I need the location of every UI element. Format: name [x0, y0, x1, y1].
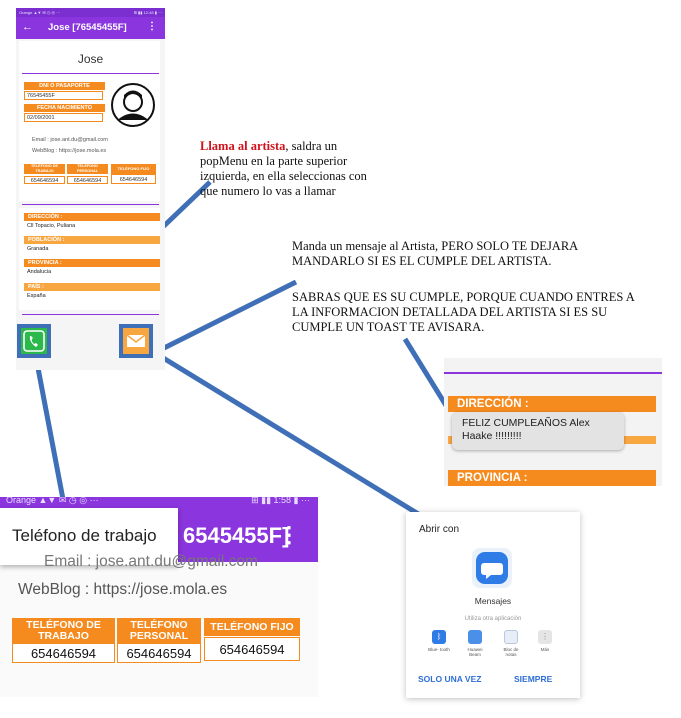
call-annotation: Llama al artista, saldra un popMenu en l… [200, 139, 370, 199]
open-with-dialog: Abrir con Mensajes Utiliza otra aplicaci… [406, 512, 580, 698]
zoom-email: Email : jose.ant.du@gmail.com [44, 553, 258, 570]
just-once-button[interactable]: SOLO UNA VEZ [418, 674, 481, 684]
zoom-tel-trabajo-label: TELÉFONO DE TRABAJO [12, 618, 115, 643]
zoom-tel-personal-value: 654646594 [117, 643, 201, 663]
app-title: Jose [76545455F] [48, 22, 127, 33]
message-annotation-1: Manda un mensaje al Artista, PERO SOLO T… [292, 239, 578, 268]
bluetooth-icon[interactable]: ᛒ [432, 630, 446, 644]
app-label-huawei-beam: Huawei Beam [467, 647, 483, 657]
artist-name: Jose [77, 52, 104, 66]
app-bar: ← Jose [76545455F] ⋮ [16, 17, 165, 39]
tel-fijo-label: TELÉFONO FIJO [111, 164, 156, 174]
dni-label: DNI O PASAPORTE [24, 82, 105, 90]
tel-trabajo-value: 654646594 [24, 176, 65, 184]
zoom-title: 6545455F] [183, 523, 290, 548]
pais-value: España [24, 292, 159, 301]
call-button[interactable] [17, 324, 51, 358]
tel-personal-label: TELÉFONO PERSONAL [67, 164, 108, 174]
fecha-value: 02/09/2001 [24, 113, 103, 122]
zoom-tel-fijo-value: 654646594 [204, 637, 300, 661]
zoom-status-left: Orange ▲▼ ✉ ◷ ◎ ··· [6, 497, 99, 505]
back-arrow-icon[interactable]: ← [22, 21, 33, 33]
email-text: Email : jose.ant.du@gmail.com [32, 137, 108, 143]
provincia-label: PROVINCIA : [24, 259, 160, 267]
fecha-label: FECHA NACIMIENTO [24, 104, 105, 112]
direccion-label: DIRECCIÓN : [448, 396, 656, 412]
birthday-toast: FELIZ CUMPLEAÑOS Alex Haake !!!!!!!!! [452, 412, 624, 450]
status-left: Orange ▲▼ ✉ ◷ ◎ ··· [19, 10, 61, 15]
artist-detail-screen: Orange ▲▼ ✉ ◷ ◎ ··· ⊞ ▮▮ 12:48 ▮ ··· ← J… [16, 8, 165, 370]
app-label-bluetooth: Blue- tooth [428, 647, 450, 652]
avatar-icon [111, 83, 155, 127]
divider [444, 372, 662, 374]
huawei-beam-icon[interactable] [468, 630, 482, 644]
dialog-title: Abrir con [419, 524, 460, 535]
divider [22, 204, 159, 205]
mensajes-label: Mensajes [474, 596, 512, 606]
provincia-label: PROVINCIA : [448, 470, 656, 486]
popup-item-telefono-trabajo[interactable]: Teléfono de trabajo [12, 526, 157, 546]
direccion-label: DIRECCIÓN : [24, 213, 160, 221]
zoomed-popup-screenshot: Orange ▲▼ ✉ ◷ ◎ ··· ⊞ ▮▮ 1:58 ▮ ··· 6545… [0, 497, 318, 697]
other-app-text: Utiliza otra aplicación [464, 616, 522, 622]
zoom-tel-fijo-label: TELÉFONO FIJO [204, 618, 300, 636]
app-label-notes: Bloc de notas [503, 647, 519, 657]
divider [22, 73, 159, 74]
overflow-menu-icon[interactable]: ⋮ [278, 522, 300, 548]
message-button[interactable] [119, 324, 153, 358]
more-icon[interactable]: ⋮ [538, 630, 552, 644]
mensajes-app[interactable] [472, 548, 512, 588]
zoom-tel-personal-label: TELÉFONO PERSONAL [117, 618, 201, 643]
status-bar: Orange ▲▼ ✉ ◷ ◎ ··· ⊞ ▮▮ 12:48 ▮ ··· [16, 8, 165, 17]
provincia-value: Andalucia [24, 268, 159, 277]
tel-trabajo-label: TELÉFONO DE TRABAJO [24, 164, 65, 174]
direccion-value: Cll Topacio, Puliana [24, 222, 159, 231]
toast-screenshot: DIRECCIÓN : PROVINCIA : FELIZ CUMPLEAÑOS… [444, 358, 662, 486]
weblog-text: WebBlog : https://jose.mola.es [32, 148, 107, 154]
poblacion-value: Granada [24, 245, 159, 254]
poblacion-label: POBLACIÓN : [24, 236, 160, 244]
zoom-status-right: ⊞ ▮▮ 1:58 ▮ ··· [251, 497, 310, 505]
dni-value: 76545455F [24, 91, 103, 100]
status-right: ⊞ ▮▮ 12:48 ▮ ··· [133, 10, 162, 15]
mail-icon [126, 334, 146, 347]
overflow-menu-icon[interactable]: ⋮ [147, 21, 157, 32]
messages-icon [476, 552, 508, 584]
tel-fijo-value: 654646594 [111, 174, 156, 184]
app-label-more: Más [540, 647, 550, 652]
call-annotation-bold: Llama al artista [200, 139, 286, 153]
phone-call-icon [23, 330, 45, 352]
zoom-weblog: WebBlog : https://jose.mola.es [18, 581, 228, 598]
message-annotation-2: SABRAS QUE ES SU CUMPLE, PORQUE CUANDO E… [292, 290, 635, 334]
divider [22, 314, 159, 315]
tel-personal-value: 654646594 [67, 176, 108, 184]
zoom-tel-trabajo-value: 654646594 [12, 643, 115, 663]
notes-icon[interactable] [504, 630, 518, 644]
always-button[interactable]: SIEMPRE [514, 674, 552, 684]
pais-label: PAÍS : [24, 283, 160, 291]
